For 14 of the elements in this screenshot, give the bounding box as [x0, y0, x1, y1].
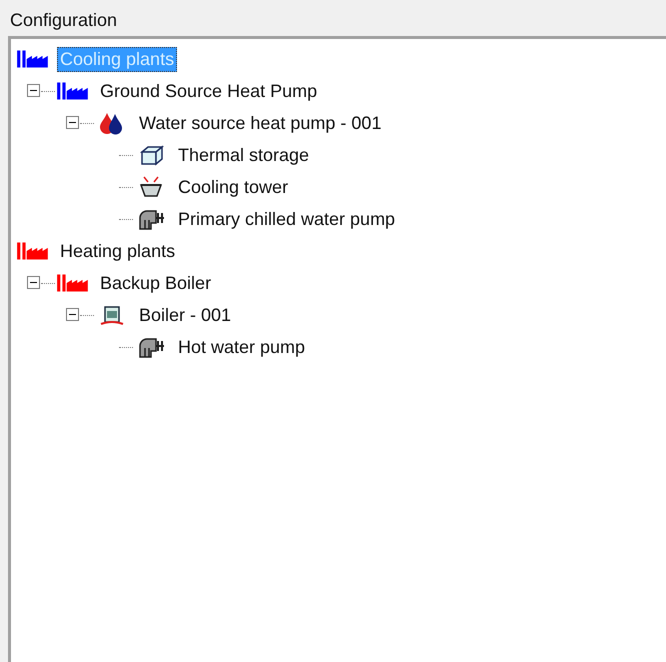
tree-item[interactable]: Water source heat pump - 001: [136, 110, 384, 136]
collapse-toggle[interactable]: [66, 116, 79, 129]
collapse-toggle[interactable]: [27, 84, 40, 97]
collapse-toggle[interactable]: [27, 276, 40, 289]
tree-item[interactable]: Primary chilled water pump: [175, 206, 398, 232]
panel-title: Configuration: [9, 10, 118, 32]
tree-item[interactable]: Cooling tower: [175, 174, 292, 200]
tree-item[interactable]: Ground Source Heat Pump: [97, 78, 320, 104]
tree-item[interactable]: Hot water pump: [175, 334, 308, 360]
tree-item[interactable]: Thermal storage: [175, 142, 312, 168]
tree-item[interactable]: Boiler - 001: [136, 302, 234, 328]
collapse-toggle[interactable]: [66, 308, 79, 321]
tree-item[interactable]: Backup Boiler: [97, 270, 214, 296]
tree-item[interactable]: Heating plants: [57, 238, 178, 264]
